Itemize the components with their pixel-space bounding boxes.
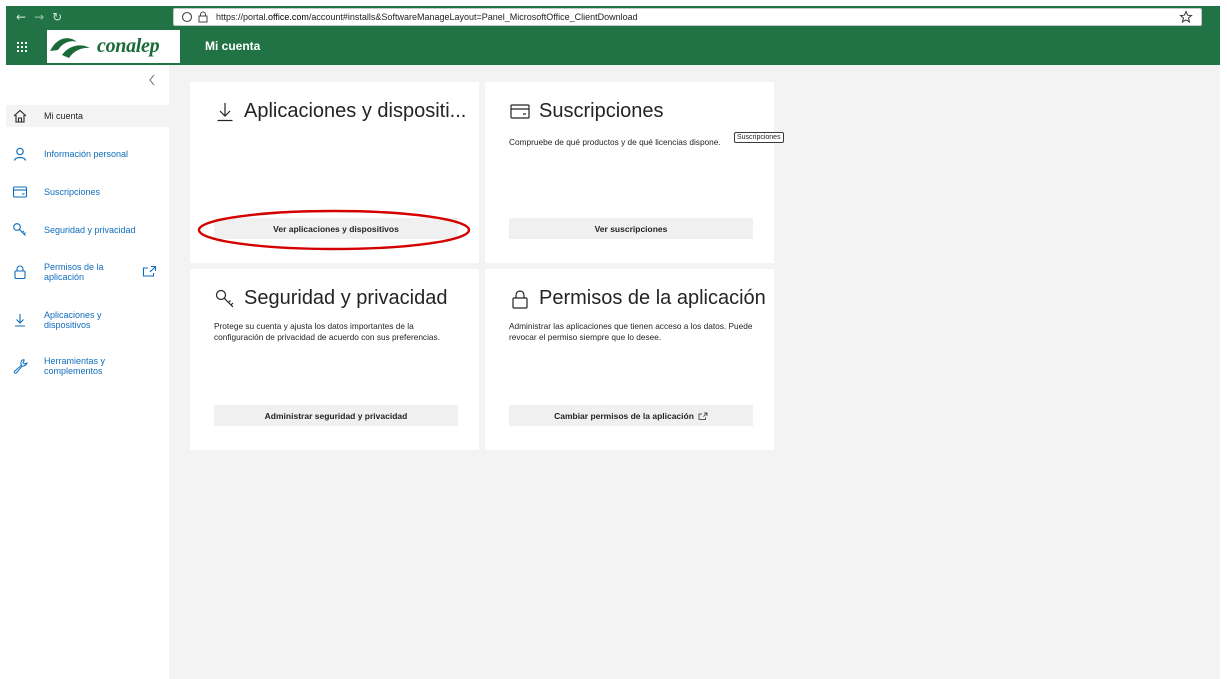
ver-aplicaciones-button[interactable]: Ver aplicaciones y dispositivos <box>214 218 458 239</box>
sidebar-item-seguridad[interactable]: Seguridad y privacidad <box>6 219 169 241</box>
sidebar-item-herramientas[interactable]: Herramientas y complementos <box>6 351 169 381</box>
card-icon <box>12 186 28 198</box>
sidebar-item-label: Herramientas y complementos <box>44 356 106 376</box>
lock-icon[interactable] <box>196 10 210 24</box>
sidebar-item-label: Mi cuenta <box>44 111 84 121</box>
sidebar-item-label: Suscripciones <box>44 187 101 197</box>
card-title: Seguridad y privacidad <box>214 287 447 310</box>
app-header: conalep Mi cuenta <box>6 28 1220 65</box>
key-icon <box>13 223 26 236</box>
external-link-icon <box>142 265 157 277</box>
card-icon <box>510 103 530 119</box>
card-title-text: Permisos de la aplicación <box>539 287 766 309</box>
card-title: Aplicaciones y dispositi... <box>214 100 466 123</box>
wrench-icon <box>13 359 28 374</box>
app-launcher-icon[interactable] <box>6 28 38 65</box>
download-icon <box>217 102 233 121</box>
card-description: Administrar las aplicaciones que tienen … <box>509 321 753 342</box>
sidebar-item-label: Aplicaciones y dispositivos <box>44 310 102 330</box>
lock-icon <box>14 265 26 280</box>
sidebar-item-permisos[interactable]: Permisos de la aplicación <box>6 257 169 287</box>
home-icon <box>13 109 27 123</box>
card-title-text: Seguridad y privacidad <box>244 287 448 309</box>
card-suscripciones: Suscripciones Compruebe de qué productos… <box>485 82 774 263</box>
sidebar-item-suscripciones[interactable]: Suscripciones <box>6 181 169 203</box>
shield-icon[interactable] <box>180 10 194 24</box>
card-title-text: Suscripciones <box>539 100 664 122</box>
reload-icon[interactable]: ↻ <box>52 11 62 23</box>
card-title-text: Aplicaciones y dispositi... <box>244 100 467 122</box>
browser-toolbar: ← → ↻ https://portal.office.com/account#… <box>6 6 1220 28</box>
back-icon[interactable]: ← <box>16 11 26 23</box>
ver-suscripciones-button[interactable]: Ver suscripciones <box>509 218 753 239</box>
sidebar-item-mi-cuenta[interactable]: Mi cuenta <box>6 105 169 127</box>
cambiar-permisos-button[interactable]: Cambiar permisos de la aplicación <box>509 405 753 426</box>
card-title: Suscripciones <box>509 100 664 123</box>
person-icon <box>13 147 27 161</box>
download-icon <box>15 314 25 327</box>
sidebar-item-label: Permisos de la aplicación <box>44 262 104 282</box>
address-bar[interactable]: https://portal.office.com/account#instal… <box>173 8 1202 26</box>
sidebar-item-informacion-personal[interactable]: Información personal <box>6 143 169 165</box>
administrar-seguridad-button[interactable]: Administrar seguridad y privacidad <box>214 405 458 426</box>
url-text: https://portal.office.com/account#instal… <box>216 12 638 22</box>
button-label: Cambiar permisos de la aplicación <box>554 410 694 421</box>
card-description: Compruebe de qué productos y de qué lice… <box>509 137 721 147</box>
tooltip: Suscripciones <box>734 132 784 143</box>
key-icon <box>215 289 234 307</box>
sidebar-item-label: Seguridad y privacidad <box>44 225 136 235</box>
page-title[interactable]: Mi cuenta <box>205 39 260 53</box>
card-aplicaciones: Aplicaciones y dispositi... Ver aplicaci… <box>190 82 479 263</box>
screen: ← → ↻ https://portal.office.com/account#… <box>0 0 1227 679</box>
external-link-icon <box>698 412 708 420</box>
sidebar-item-aplicaciones[interactable]: Aplicaciones y dispositivos <box>6 305 169 335</box>
card-seguridad: Seguridad y privacidad Protege su cuenta… <box>190 269 479 450</box>
bookmark-star-icon[interactable] <box>1179 10 1193 24</box>
card-description: Protege su cuenta y ajusta los datos imp… <box>214 321 440 342</box>
card-title: Permisos de la aplicación <box>509 287 766 310</box>
lock-icon <box>512 289 528 309</box>
conalep-logo-icon <box>50 37 90 58</box>
browser-nav-buttons: ← → ↻ <box>6 11 166 23</box>
forward-icon[interactable]: → <box>34 11 44 23</box>
brand-logo[interactable]: conalep <box>47 30 180 63</box>
sidebar-item-label: Información personal <box>44 149 129 159</box>
brand-name: conalep <box>97 35 160 57</box>
collapse-chevron-icon[interactable] <box>147 73 157 87</box>
card-permisos: Permisos de la aplicación Administrar la… <box>485 269 774 450</box>
sidebar: Mi cuenta Información personal Suscripci… <box>6 65 169 679</box>
